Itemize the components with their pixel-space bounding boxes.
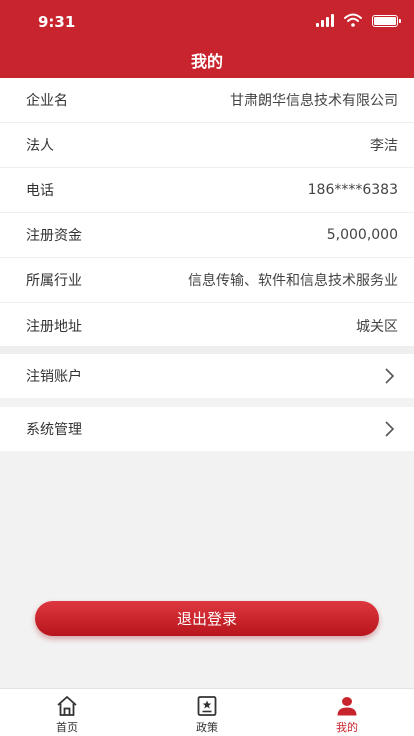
cancel-account-label: 注销账户 [26,369,82,385]
info-value: 5,000,000 [326,227,398,243]
home-icon [57,696,77,716]
info-value: 信息传输、软件和信息技术服务业 [188,273,398,289]
tab-home-label: 首页 [56,721,78,734]
info-row-legal-person: 法人 李洁 [0,123,414,168]
page-title: 我的 [190,52,223,71]
system-management-row[interactable]: 系统管理 [0,407,414,451]
info-value: 186****6383 [307,182,398,198]
tab-mine[interactable]: 我的 [307,689,387,736]
info-label: 法人 [26,138,54,154]
tab-home[interactable]: 首页 [27,689,107,736]
wifi-icon [344,13,362,27]
tab-policy-label: 政策 [196,721,218,734]
tab-policy[interactable]: 政策 [167,689,247,736]
info-row-phone: 电话 186****6383 [0,168,414,213]
signal-icon [316,14,336,28]
info-row-industry: 所属行业 信息传输、软件和信息技术服务业 [0,258,414,303]
info-label: 电话 [26,183,54,199]
info-label: 注册资金 [26,228,82,244]
info-row-company-name: 企业名 甘肃朗华信息技术有限公司 [0,78,414,123]
logout-button[interactable]: 退出登录 [35,601,379,636]
user-icon [337,697,357,716]
company-info-list: 企业名 甘肃朗华信息技术有限公司 法人 李洁 电话 186****6383 注册… [0,78,414,348]
status-bar: 9:31 [0,0,414,40]
cancel-account-row[interactable]: 注销账户 [0,354,414,398]
info-row-address: 注册地址 城关区 [0,303,414,348]
info-value: 甘肃朗华信息技术有限公司 [230,93,398,109]
section-divider [0,346,414,354]
chevron-right-icon [385,368,394,384]
info-value: 城关区 [356,318,398,335]
policy-icon [197,696,217,716]
info-label: 企业名 [26,93,68,109]
screen: 9:31 我的 企业名 甘肃朗华信息技术有限公司 法人 李洁 电话 186***… [0,0,414,736]
info-row-registered-capital: 注册资金 5,000,000 [0,213,414,258]
tab-bar: 首页 政策 我的 [0,688,414,736]
battery-icon [372,15,401,27]
system-management-label: 系统管理 [26,422,82,438]
info-label: 注册地址 [26,318,82,335]
info-label: 所属行业 [26,273,82,289]
info-value: 李洁 [370,138,398,154]
header: 9:31 我的 [0,0,414,78]
chevron-right-icon [385,421,394,437]
status-time: 9:31 [38,13,76,31]
tab-mine-label: 我的 [336,721,358,734]
